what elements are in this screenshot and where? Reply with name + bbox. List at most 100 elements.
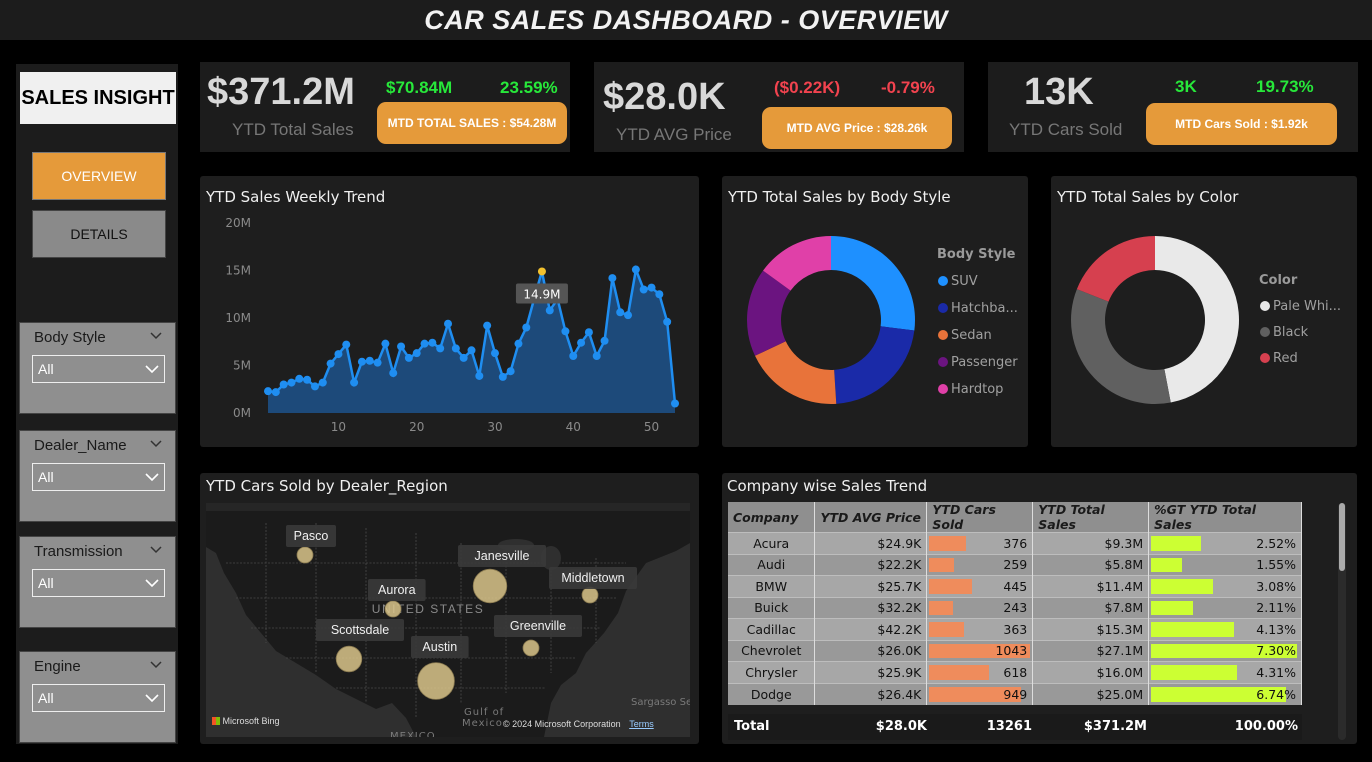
- kpi-delta: ($0.22K): [774, 78, 841, 97]
- overview-button[interactable]: OVERVIEW: [32, 152, 166, 200]
- x-tick-label: 40: [566, 420, 581, 434]
- trend-point: [428, 338, 437, 347]
- cell-pct-total: 2.52%: [1148, 532, 1302, 554]
- cell-company: Cadillac: [728, 618, 816, 640]
- y-tick-label: 10M: [225, 311, 251, 325]
- table-row[interactable]: Chevrolet $26.0K 1043 $27.1M 7.30%: [728, 639, 1302, 662]
- trend-point: [569, 352, 578, 360]
- cell-avg-price: $32.2K: [814, 596, 928, 619]
- trend-point: [287, 378, 296, 387]
- legend-item: Pale Whi...: [1273, 299, 1341, 314]
- mtd-cars-sold-button[interactable]: MTD Cars Sold : $1.92k: [1146, 103, 1337, 145]
- attribution-text: © 2024 Microsoft Corporation: [503, 719, 621, 729]
- trend-point: [561, 327, 570, 336]
- header-pct-total[interactable]: %GT YTD Total Sales: [1148, 502, 1302, 533]
- y-tick-label: 15M: [225, 264, 251, 278]
- header-cars-sold[interactable]: YTD Cars Sold: [926, 502, 1034, 533]
- table-row[interactable]: Audi $22.2K 259 $5.8M 1.55%: [728, 553, 1302, 576]
- header-avg-price[interactable]: YTD AVG Price: [814, 502, 928, 533]
- cell-cars-sold: 376: [926, 532, 1034, 554]
- trend-point: [334, 350, 343, 359]
- donut-slice: [834, 326, 915, 404]
- trend-point: [365, 356, 374, 365]
- region-map[interactable]: UNITED STATES Pasco Janesville Aurora Middle…: [206, 503, 690, 737]
- water-label: Mexico: [462, 718, 503, 729]
- x-tick-label: 30: [487, 420, 502, 434]
- weekly-trend-chart[interactable]: 0M 5M 10M 15M 20M 10 20 30 40 50 14.9M: [200, 176, 699, 447]
- scrollbar-thumb[interactable]: [1339, 503, 1345, 571]
- trend-point: [444, 319, 453, 328]
- kpi-label: YTD AVG Price: [616, 125, 732, 144]
- dashboard-title: CAR SALES DASHBOARD - OVERVIEW: [424, 5, 948, 35]
- chevron-down-icon[interactable]: [149, 437, 163, 451]
- trend-point: [514, 339, 523, 348]
- trend-point: [350, 378, 359, 387]
- terms-link[interactable]: Terms: [629, 719, 654, 729]
- legend-item: Passenger: [951, 355, 1018, 370]
- cars-sold-value: 259: [1003, 557, 1028, 573]
- trend-point: [483, 321, 492, 330]
- trend-point: [318, 378, 327, 387]
- details-button[interactable]: DETAILS: [32, 210, 166, 258]
- map-bubble: [384, 600, 402, 618]
- body-style-dropdown[interactable]: All: [32, 355, 165, 383]
- header-company[interactable]: Company: [728, 502, 816, 533]
- table-row[interactable]: Cadillac $42.2K 363 $15.3M 4.13%: [728, 618, 1302, 640]
- cars-sold-value: 618: [1003, 664, 1028, 680]
- map-bubble: [522, 639, 540, 657]
- table-row[interactable]: Dodge $26.4K 949 $25.0M 6.74%: [728, 682, 1302, 705]
- table-header-row: Company YTD AVG Price YTD Cars Sold YTD …: [728, 502, 1302, 533]
- mtd-avg-price-button[interactable]: MTD AVG Price : $28.26k: [762, 107, 952, 149]
- legend-title: Body Style: [937, 247, 1016, 262]
- engine-dropdown[interactable]: All: [32, 684, 165, 712]
- trend-area: [268, 269, 675, 413]
- cars-sold-value: 243: [1003, 600, 1028, 616]
- chevron-down-icon[interactable]: [149, 658, 163, 672]
- country-label: MEXICO: [390, 731, 436, 737]
- trend-point: [420, 339, 429, 348]
- transmission-dropdown[interactable]: All: [32, 569, 165, 597]
- city-label: Pasco: [294, 529, 329, 543]
- cell-pct-total: 4.31%: [1148, 661, 1302, 683]
- dealer-name-dropdown[interactable]: All: [32, 463, 165, 491]
- cars-sold-value: 1043: [995, 643, 1028, 659]
- cell-company: Acura: [728, 532, 816, 554]
- chevron-down-icon[interactable]: [149, 543, 163, 557]
- company-table-scroll[interactable]: Company YTD AVG Price YTD Cars Sold YTD …: [728, 502, 1302, 714]
- color-donut-chart[interactable]: Color Pale Whi... Black Red: [1051, 176, 1357, 447]
- chevron-down-icon: [145, 579, 159, 588]
- cell-pct-total: 2.11%: [1148, 596, 1302, 619]
- map-bubble: [581, 586, 599, 604]
- cars-sold-value: 376: [1003, 535, 1028, 551]
- header-total-sales[interactable]: YTD Total Sales: [1032, 502, 1150, 533]
- table-row[interactable]: Chrysler $25.9K 618 $16.0M 4.31%: [728, 661, 1302, 683]
- legend-marker: [938, 276, 948, 286]
- table-row[interactable]: BMW $25.7K 445 $11.4M 3.08%: [728, 575, 1302, 597]
- trend-point: [326, 359, 335, 368]
- trend-point: [357, 357, 366, 366]
- total-pct: 100.00%: [1234, 719, 1298, 734]
- chevron-down-icon: [145, 694, 159, 703]
- table-scrollbar[interactable]: [1338, 503, 1346, 740]
- chevron-down-icon[interactable]: [149, 329, 163, 343]
- kpi-delta-pct: -0.79%: [881, 78, 935, 97]
- cell-cars-sold: 1043: [926, 639, 1034, 662]
- dashboard-title-bar: CAR SALES DASHBOARD - OVERVIEW: [0, 0, 1372, 40]
- cell-cars-sold: 445: [926, 575, 1034, 597]
- table-row[interactable]: Acura $24.9K 376 $9.3M 2.52%: [728, 532, 1302, 554]
- kpi-delta: 3K: [1175, 77, 1197, 96]
- trend-point: [459, 353, 468, 362]
- table-row[interactable]: Buick $32.2K 243 $7.8M 2.11%: [728, 596, 1302, 619]
- legend-marker: [938, 384, 948, 394]
- body-style-donut-chart[interactable]: Body Style SUV Hatchba... Sedan Passenger Har…: [722, 176, 1028, 447]
- trend-point: [498, 372, 507, 381]
- trend-point: [624, 311, 633, 320]
- trend-point: [608, 274, 617, 283]
- mtd-total-sales-button[interactable]: MTD TOTAL SALES : $54.28M: [377, 102, 567, 144]
- x-tick-label: 20: [409, 420, 424, 434]
- table-total-row: Total $28.0K 13261 $371.2M 100.00%: [728, 714, 1302, 740]
- body-style-card: YTD Total Sales by Body Style Body Style…: [722, 176, 1028, 447]
- trend-point: [506, 367, 515, 376]
- city-label: Scottsdale: [331, 623, 389, 637]
- cell-cars-sold: 949: [926, 682, 1034, 705]
